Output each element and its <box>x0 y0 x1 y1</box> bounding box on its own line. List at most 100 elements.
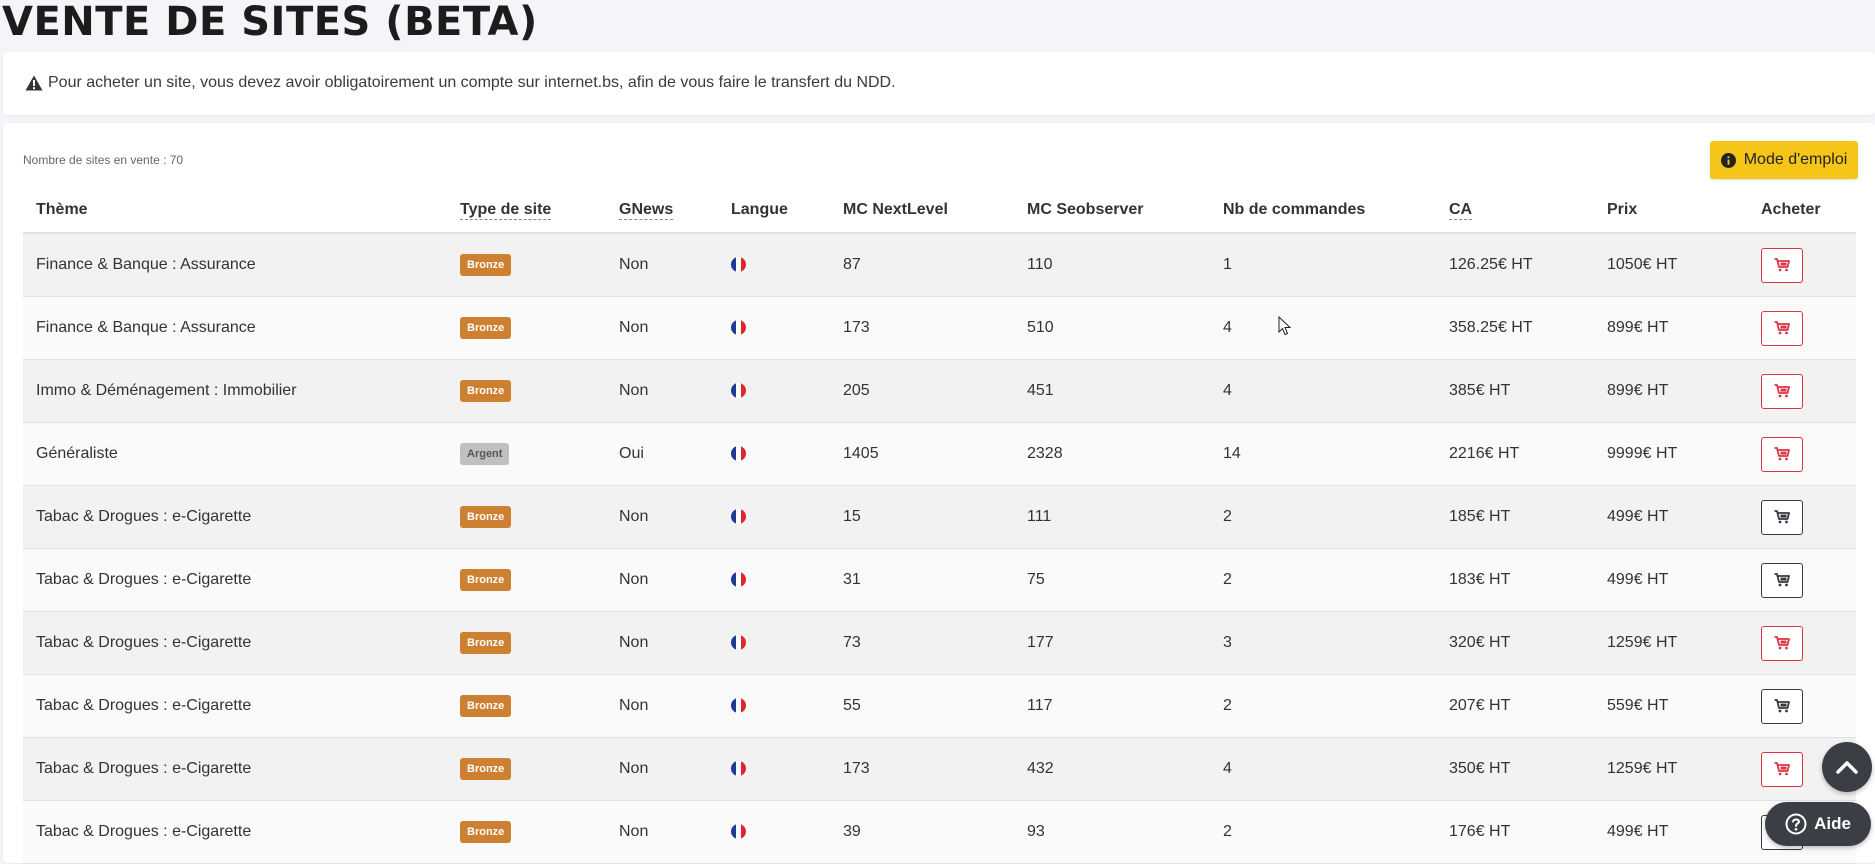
cell-gnews: Oui <box>606 422 718 486</box>
cell-langue <box>718 422 830 486</box>
cell-ca: 183€ HT <box>1436 548 1594 612</box>
buy-button[interactable] <box>1761 499 1803 535</box>
col-gnews[interactable]: GNews <box>606 187 718 234</box>
cell-commandes: 3 <box>1210 611 1436 675</box>
cell-type: Bronze <box>447 485 606 549</box>
cell-acheter <box>1748 296 1856 360</box>
table-row: Tabac & Drogues : e-Cigarette Bronze Non 31… <box>23 548 1856 612</box>
cell-prix: 499€ HT <box>1594 485 1748 549</box>
cell-mc-seobserver: 177 <box>1014 611 1210 675</box>
cell-theme: Tabac & Drogues : e-Cigarette <box>23 674 447 738</box>
cell-langue <box>718 359 830 423</box>
col-mc-seobserver[interactable]: MC Seobserver <box>1014 187 1210 234</box>
type-badge: Bronze <box>460 254 512 276</box>
notice-text: Pour acheter un site, vous devez avoir o… <box>48 74 896 91</box>
cell-commandes: 2 <box>1210 548 1436 612</box>
type-badge: Argent <box>460 443 510 465</box>
cell-mc-nextlevel: 31 <box>830 548 1014 612</box>
cell-theme: Généraliste <box>23 422 447 486</box>
buy-button[interactable] <box>1761 310 1803 346</box>
scroll-to-top-button[interactable] <box>1822 742 1872 792</box>
buy-button[interactable] <box>1761 625 1803 661</box>
flag-fr-icon <box>731 509 746 525</box>
col-ca[interactable]: CA <box>1436 187 1594 234</box>
cell-langue <box>718 296 830 360</box>
cart-icon <box>1774 510 1790 524</box>
mouse-cursor-icon <box>1278 316 1292 336</box>
table-row: Immo & Déménagement : Immobilier Bronze No… <box>23 359 1856 423</box>
col-commandes[interactable]: Nb de commandes <box>1210 187 1436 234</box>
cell-mc-nextlevel: 87 <box>830 233 1014 297</box>
table-header: Thème Type de site GNews Langue MC NextL… <box>23 187 1856 234</box>
cell-theme: Tabac & Drogues : e-Cigarette <box>23 548 447 612</box>
cell-ca: 350€ HT <box>1436 737 1594 801</box>
cart-icon <box>1774 384 1790 398</box>
cell-commandes: 4 <box>1210 359 1436 423</box>
cell-mc-nextlevel: 205 <box>830 359 1014 423</box>
table-row: Finance & Banque : Assurance Bronze Non 87 1… <box>23 233 1856 297</box>
cell-langue <box>718 800 830 864</box>
cell-commandes: 4 <box>1210 296 1436 360</box>
col-prix[interactable]: Prix <box>1594 187 1748 234</box>
cell-type: Bronze <box>447 296 606 360</box>
buy-button[interactable] <box>1761 562 1803 598</box>
type-badge: Bronze <box>460 632 512 654</box>
cell-ca: 176€ HT <box>1436 800 1594 864</box>
cell-langue <box>718 485 830 549</box>
sites-count: Nombre de sites en vente : 70 <box>23 153 184 167</box>
cell-langue <box>718 674 830 738</box>
sites-table: Thème Type de site GNews Langue MC NextL… <box>23 187 1856 864</box>
cell-prix: 1050€ HT <box>1594 233 1748 297</box>
cell-acheter <box>1748 233 1856 297</box>
col-theme[interactable]: Thème <box>23 187 447 234</box>
cart-icon <box>1774 573 1790 587</box>
help-label: Aide <box>1814 814 1851 833</box>
buy-button[interactable] <box>1761 688 1803 724</box>
flag-fr-icon <box>731 761 746 777</box>
buy-button[interactable] <box>1761 247 1803 283</box>
col-mc-nextlevel[interactable]: MC NextLevel <box>830 187 1014 234</box>
cell-commandes: 4 <box>1210 737 1436 801</box>
table-row: Finance & Banque : Assurance Bronze Non 173… <box>23 296 1856 360</box>
col-type[interactable]: Type de site <box>447 187 606 234</box>
cell-commandes: 2 <box>1210 800 1436 864</box>
cart-icon <box>1774 699 1790 713</box>
cell-prix: 9999€ HT <box>1594 422 1748 486</box>
flag-fr-icon <box>731 572 746 588</box>
cell-ca: 2216€ HT <box>1436 422 1594 486</box>
cell-type: Bronze <box>447 611 606 675</box>
buy-button[interactable] <box>1761 373 1803 409</box>
cell-type: Bronze <box>447 359 606 423</box>
cell-ca: 126.25€ HT <box>1436 233 1594 297</box>
cell-gnews: Non <box>606 233 718 297</box>
cart-icon <box>1774 447 1790 461</box>
cell-gnews: Non <box>606 611 718 675</box>
cell-theme: Tabac & Drogues : e-Cigarette <box>23 611 447 675</box>
info-icon <box>1720 152 1736 168</box>
cell-prix: 1259€ HT <box>1594 737 1748 801</box>
listing-card: Nombre de sites en vente : 70 Mode d'emp… <box>3 123 1875 864</box>
type-badge: Bronze <box>460 380 512 402</box>
table-row: Tabac & Drogues : e-Cigarette Bronze Non 17… <box>23 737 1856 801</box>
cell-gnews: Non <box>606 485 718 549</box>
buy-button[interactable] <box>1761 436 1803 472</box>
question-circle-icon <box>1785 813 1807 835</box>
flag-fr-icon <box>731 824 746 840</box>
cell-mc-seobserver: 2328 <box>1014 422 1210 486</box>
cart-icon <box>1774 321 1790 335</box>
cell-type: Bronze <box>447 737 606 801</box>
cell-acheter <box>1748 485 1856 549</box>
mode-emploi-button[interactable]: Mode d'emploi <box>1710 141 1858 179</box>
help-button[interactable]: Aide <box>1765 802 1871 846</box>
cell-theme: Tabac & Drogues : e-Cigarette <box>23 800 447 864</box>
cell-mc-nextlevel: 55 <box>830 674 1014 738</box>
col-langue[interactable]: Langue <box>718 187 830 234</box>
buy-button[interactable] <box>1761 751 1803 787</box>
cell-langue <box>718 611 830 675</box>
cell-type: Argent <box>447 422 606 486</box>
type-badge: Bronze <box>460 695 512 717</box>
flag-fr-icon <box>731 257 746 273</box>
table-row: Généraliste Argent Oui 1405 2328 14 2216€ HT 99… <box>23 422 1856 486</box>
cell-ca: 320€ HT <box>1436 611 1594 675</box>
cell-commandes: 1 <box>1210 233 1436 297</box>
